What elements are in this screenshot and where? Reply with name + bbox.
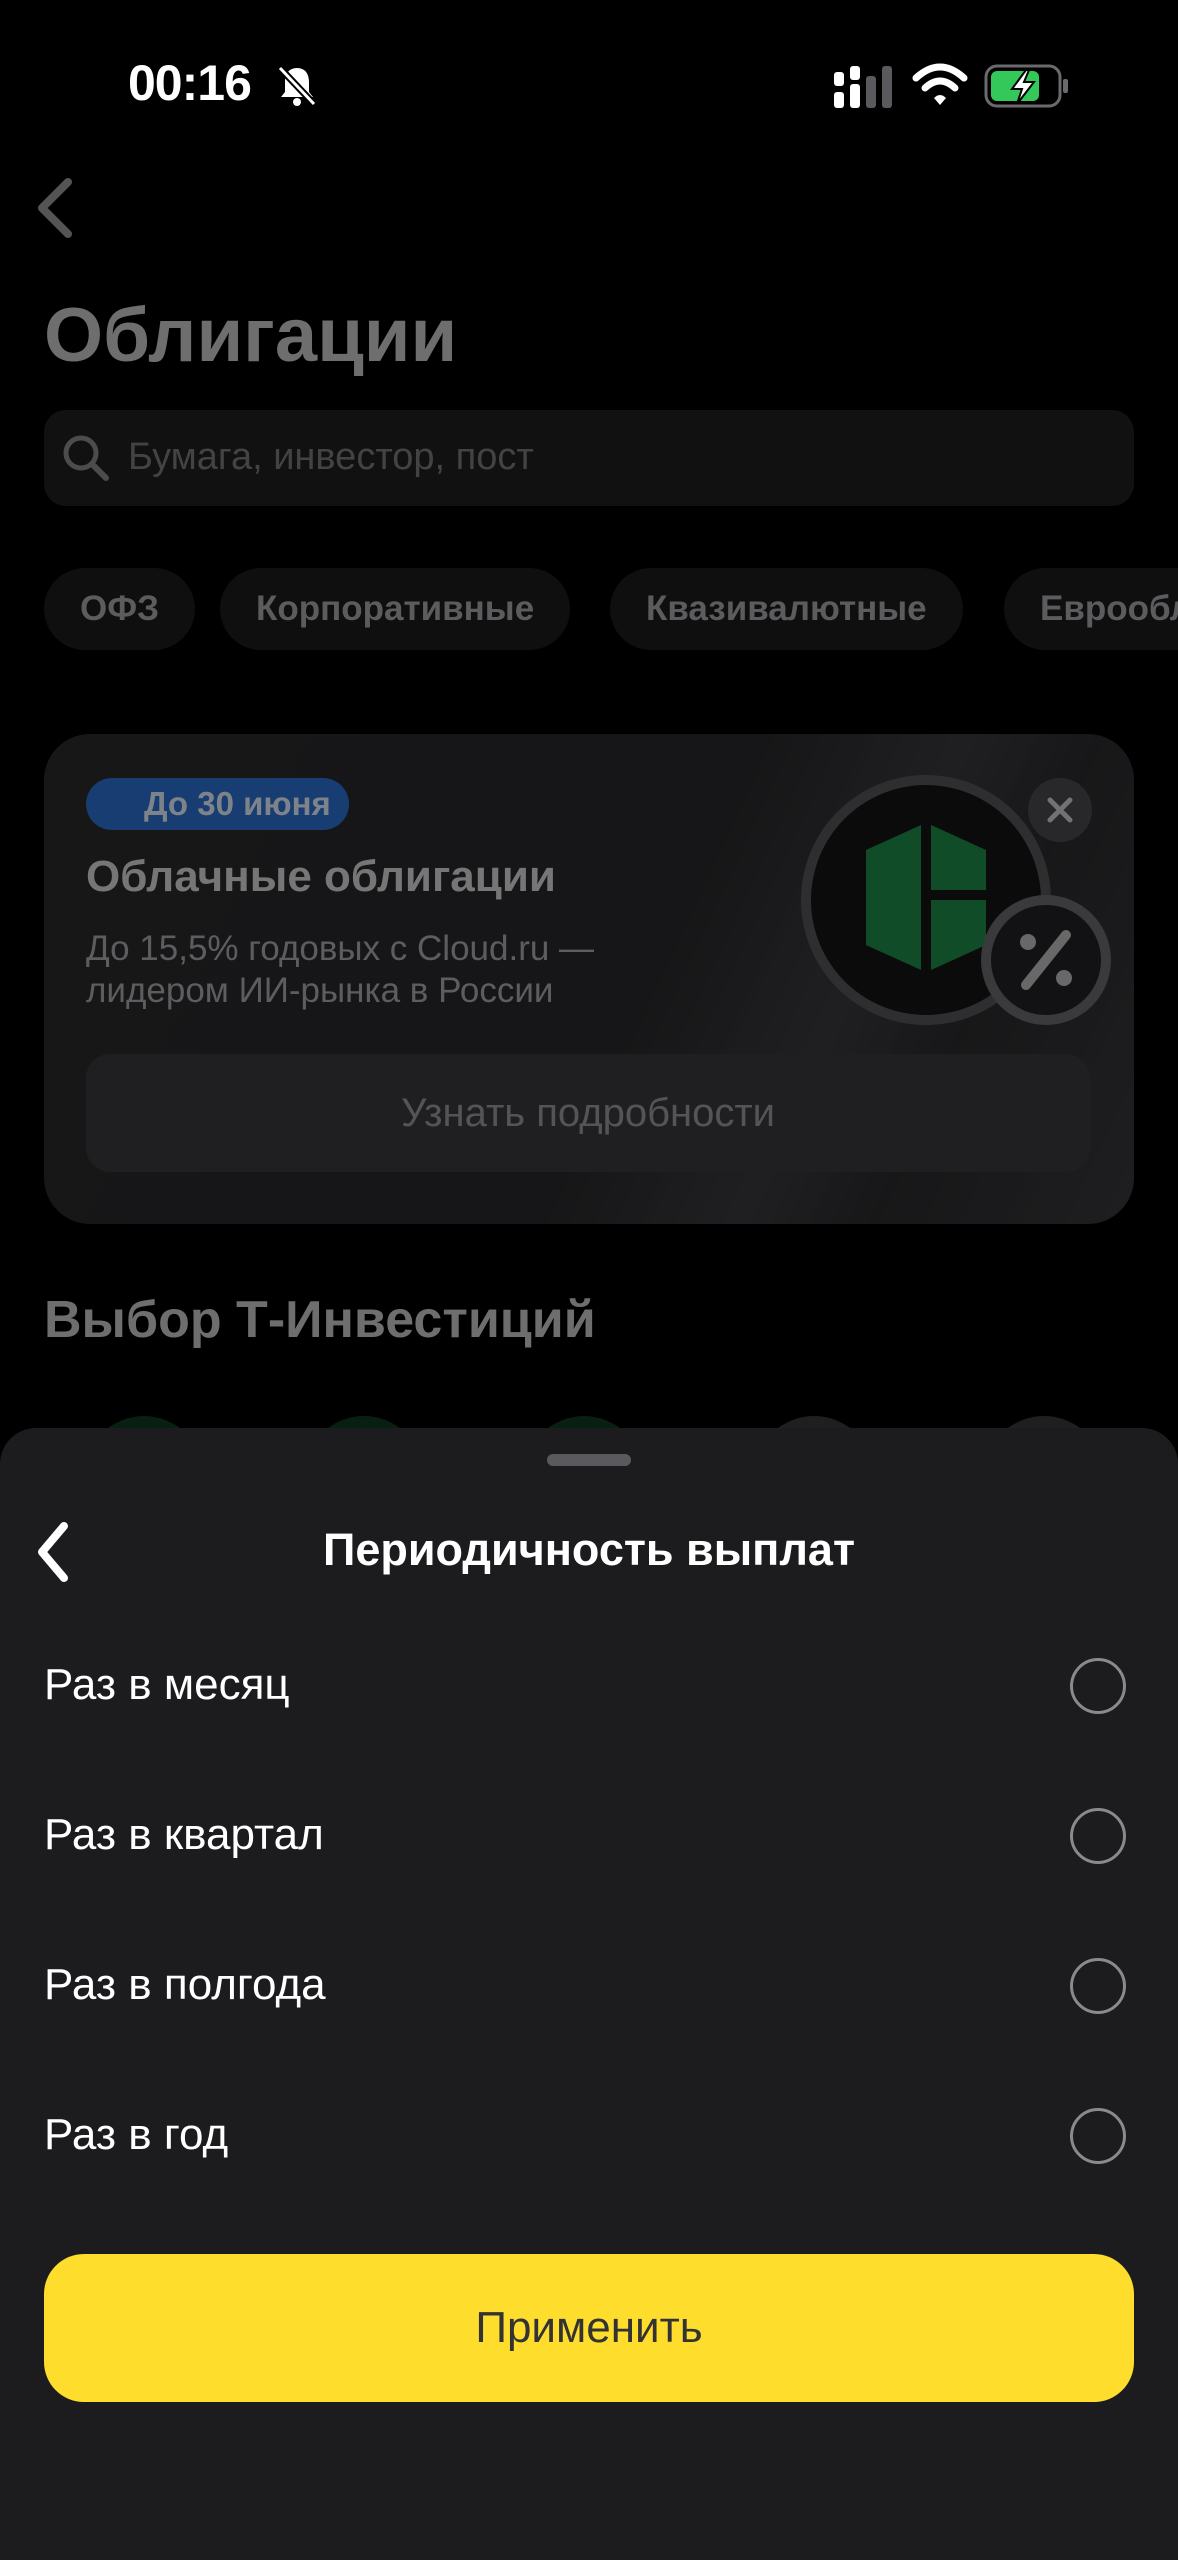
close-icon bbox=[1047, 797, 1073, 823]
page-title: Облигации bbox=[44, 293, 458, 378]
promo-close-button[interactable] bbox=[1028, 778, 1092, 842]
wifi-icon bbox=[912, 63, 968, 105]
promo-subtitle: До 15,5% годовых с Cloud.ru — лидером ИИ… bbox=[86, 929, 595, 1010]
radio-button[interactable] bbox=[1070, 1658, 1126, 1714]
sheet-grabber[interactable] bbox=[547, 1454, 631, 1466]
option-label: Раз в полгода bbox=[44, 1960, 326, 2009]
sheet-title: Периодичность выплат bbox=[322, 1524, 855, 1575]
radio-button[interactable] bbox=[1070, 2108, 1126, 2164]
chip-eurobonds[interactable]: Еврообл bbox=[1004, 568, 1178, 650]
bell-muted-icon bbox=[277, 65, 317, 107]
search-icon bbox=[63, 435, 109, 481]
chip-corporate[interactable]: Корпоративные bbox=[220, 568, 571, 650]
promo-details-button[interactable]: Узнать подробности bbox=[86, 1054, 1090, 1172]
option-label: Раз в год bbox=[44, 2110, 229, 2159]
battery-charging-icon bbox=[984, 64, 1068, 108]
promo-title: Облачные облигации bbox=[86, 852, 556, 901]
status-time: 00:16 bbox=[128, 55, 252, 111]
chip-quasi-currency[interactable]: Квазивалютные bbox=[610, 568, 963, 650]
option-label: Раз в месяц bbox=[44, 1660, 290, 1709]
radio-button[interactable] bbox=[1070, 1958, 1126, 2014]
back-chevron-icon[interactable] bbox=[28, 176, 84, 240]
section-title: Выбор Т-Инвестиций bbox=[44, 1291, 596, 1349]
apply-button[interactable]: Применить bbox=[44, 2254, 1134, 2402]
radio-button[interactable] bbox=[1070, 1808, 1126, 1864]
option-label: Раз в квартал bbox=[44, 1810, 324, 1859]
cellular-signal-icon bbox=[834, 66, 892, 108]
chip-ofz[interactable]: ОФЗ bbox=[44, 568, 196, 650]
search-placeholder: Бумага, инвестор, пост bbox=[128, 436, 534, 478]
promo-badge: До 30 июня bbox=[86, 778, 349, 830]
